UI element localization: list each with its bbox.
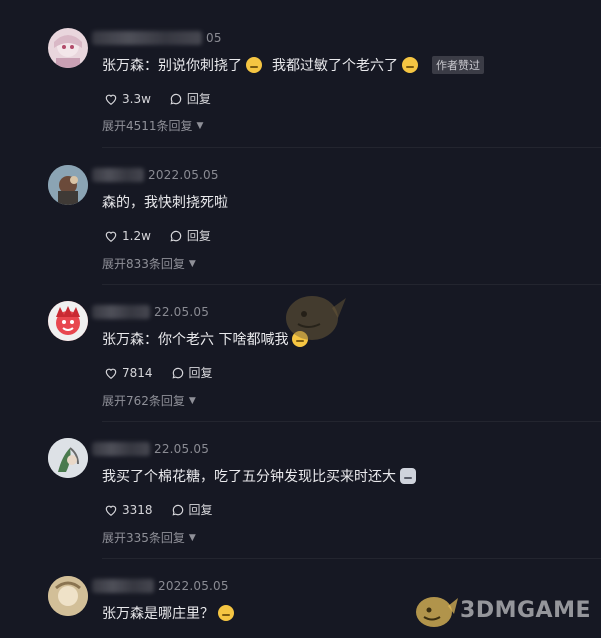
reply-button[interactable]: 回复 bbox=[171, 364, 213, 381]
cat-emoji-icon bbox=[400, 468, 416, 484]
divider bbox=[102, 147, 601, 148]
chevron-down-icon: ▼ bbox=[188, 395, 196, 406]
comment-text: 张万森：别说你刺挠了 我都过敏了个老六了 作者赞过 bbox=[102, 55, 484, 75]
comment-date: 2022.05.05 bbox=[158, 579, 229, 593]
avatar[interactable] bbox=[48, 438, 88, 478]
expand-replies-button[interactable]: 展开335条回复 ▼ bbox=[102, 529, 196, 546]
heart-icon bbox=[105, 94, 117, 105]
comment-actions: 3318 回复 bbox=[104, 501, 231, 518]
awkward-emoji-icon bbox=[218, 605, 234, 621]
username[interactable] bbox=[92, 579, 154, 593]
smile-emoji-icon bbox=[402, 57, 418, 73]
avatar[interactable] bbox=[48, 301, 88, 341]
reply-label: 回复 bbox=[188, 503, 213, 517]
expand-replies-button[interactable]: 展开762条回复 ▼ bbox=[102, 392, 196, 409]
like-count: 1.2w bbox=[122, 228, 151, 243]
like-count: 3.3w bbox=[122, 91, 151, 106]
expand-replies-label: 展开4511条回复 bbox=[102, 119, 193, 133]
comment-text-part: 张万森：别说你刺挠了 bbox=[102, 58, 242, 74]
meta-row: 22.05.05 bbox=[92, 441, 209, 457]
chevron-down-icon: ▼ bbox=[196, 120, 204, 131]
meta-row: 05 bbox=[92, 30, 222, 46]
heart-icon bbox=[105, 505, 117, 516]
like-count: 3318 bbox=[122, 502, 153, 517]
reply-label: 回复 bbox=[186, 229, 211, 243]
reply-label: 回复 bbox=[186, 92, 211, 106]
expand-replies-label: 展开762条回复 bbox=[102, 394, 185, 408]
comment-bubble-icon bbox=[172, 367, 183, 378]
reply-button[interactable]: 回复 bbox=[169, 90, 211, 107]
heart-icon bbox=[105, 368, 117, 379]
avatar[interactable] bbox=[48, 28, 88, 68]
comment-bubble-icon bbox=[172, 504, 183, 515]
like-button[interactable]: 3318 bbox=[104, 503, 153, 517]
meta-row: 22.05.05 bbox=[92, 304, 209, 320]
comment-date: 22.05.05 bbox=[154, 442, 210, 456]
divider bbox=[102, 558, 601, 559]
expand-replies-button[interactable]: 展开833条回复 ▼ bbox=[102, 255, 196, 272]
chevron-down-icon: ▼ bbox=[188, 532, 196, 543]
avatar[interactable] bbox=[48, 165, 88, 205]
avatar[interactable] bbox=[48, 576, 88, 616]
laugh-emoji-icon bbox=[246, 57, 262, 73]
watermark-logo: 3DMGAME bbox=[412, 590, 591, 630]
username[interactable] bbox=[92, 442, 150, 456]
comment-text: 我买了个棉花糖，吃了五分钟发现比买来时还大 bbox=[102, 466, 420, 486]
reply-button[interactable]: 回复 bbox=[169, 227, 211, 244]
author-liked-badge: 作者赞过 bbox=[432, 56, 484, 74]
watermark-text: 3DMGAME bbox=[460, 597, 591, 623]
chevron-down-icon: ▼ bbox=[188, 258, 196, 269]
comment-text-part: 张万森是哪庄里？ bbox=[102, 606, 214, 622]
like-count: 7814 bbox=[122, 365, 153, 380]
comment-actions: 1.2w 回复 bbox=[104, 227, 229, 244]
username[interactable] bbox=[92, 305, 150, 319]
meta-row: 2022.05.05 bbox=[92, 578, 229, 594]
expand-replies-button[interactable]: 展开4511条回复 ▼ bbox=[102, 117, 203, 134]
expand-replies-label: 展开335条回复 bbox=[102, 531, 185, 545]
reply-button[interactable]: 回复 bbox=[171, 501, 213, 518]
expand-replies-label: 展开833条回复 bbox=[102, 257, 185, 271]
comment-text-part: 我都过敏了个老六了 bbox=[272, 58, 398, 74]
comment-actions: 7814 回复 bbox=[104, 364, 231, 381]
comment-text-part: 我买了个棉花糖，吃了五分钟发现比买来时还大 bbox=[102, 469, 396, 485]
comment-date: 2022.05.05 bbox=[148, 168, 219, 182]
divider bbox=[102, 284, 601, 285]
comment-bubble-icon bbox=[170, 230, 182, 241]
comment-date: 05 bbox=[206, 31, 222, 45]
comment-text: 张万森是哪庄里？ bbox=[102, 603, 238, 623]
like-button[interactable]: 7814 bbox=[104, 366, 153, 380]
mascot-logo-icon bbox=[416, 597, 459, 627]
comment-text: 森的，我快刺挠死啦 bbox=[102, 192, 228, 212]
like-button[interactable]: 3.3w bbox=[104, 92, 151, 106]
reply-label: 回复 bbox=[188, 366, 213, 380]
comment-text-part: 张万森：你个老六 下啥都喊我 bbox=[102, 332, 289, 348]
meta-row: 2022.05.05 bbox=[92, 167, 219, 183]
mascot-watermark-icon bbox=[278, 278, 350, 354]
comment-actions: 3.3w 回复 bbox=[104, 90, 229, 107]
comment-date: 22.05.05 bbox=[154, 305, 210, 319]
like-button[interactable]: 1.2w bbox=[104, 229, 151, 243]
username[interactable] bbox=[92, 168, 144, 182]
divider bbox=[102, 421, 601, 422]
heart-icon bbox=[105, 231, 117, 242]
username[interactable] bbox=[92, 31, 202, 45]
comment-text-part: 森的，我快刺挠死啦 bbox=[102, 195, 228, 211]
comment-bubble-icon bbox=[170, 93, 182, 104]
